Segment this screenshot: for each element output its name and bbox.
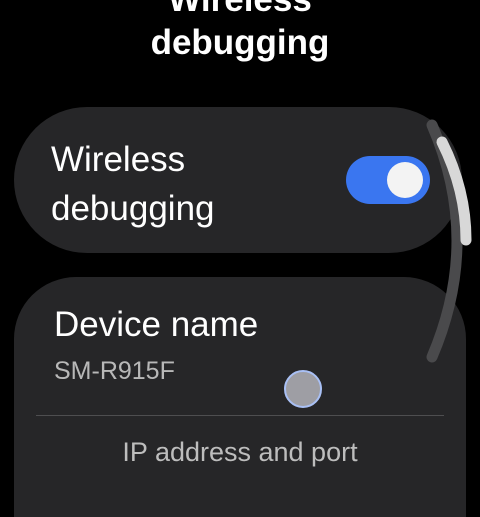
scrollbar[interactable] — [0, 0, 480, 480]
touch-indicator — [284, 370, 322, 408]
